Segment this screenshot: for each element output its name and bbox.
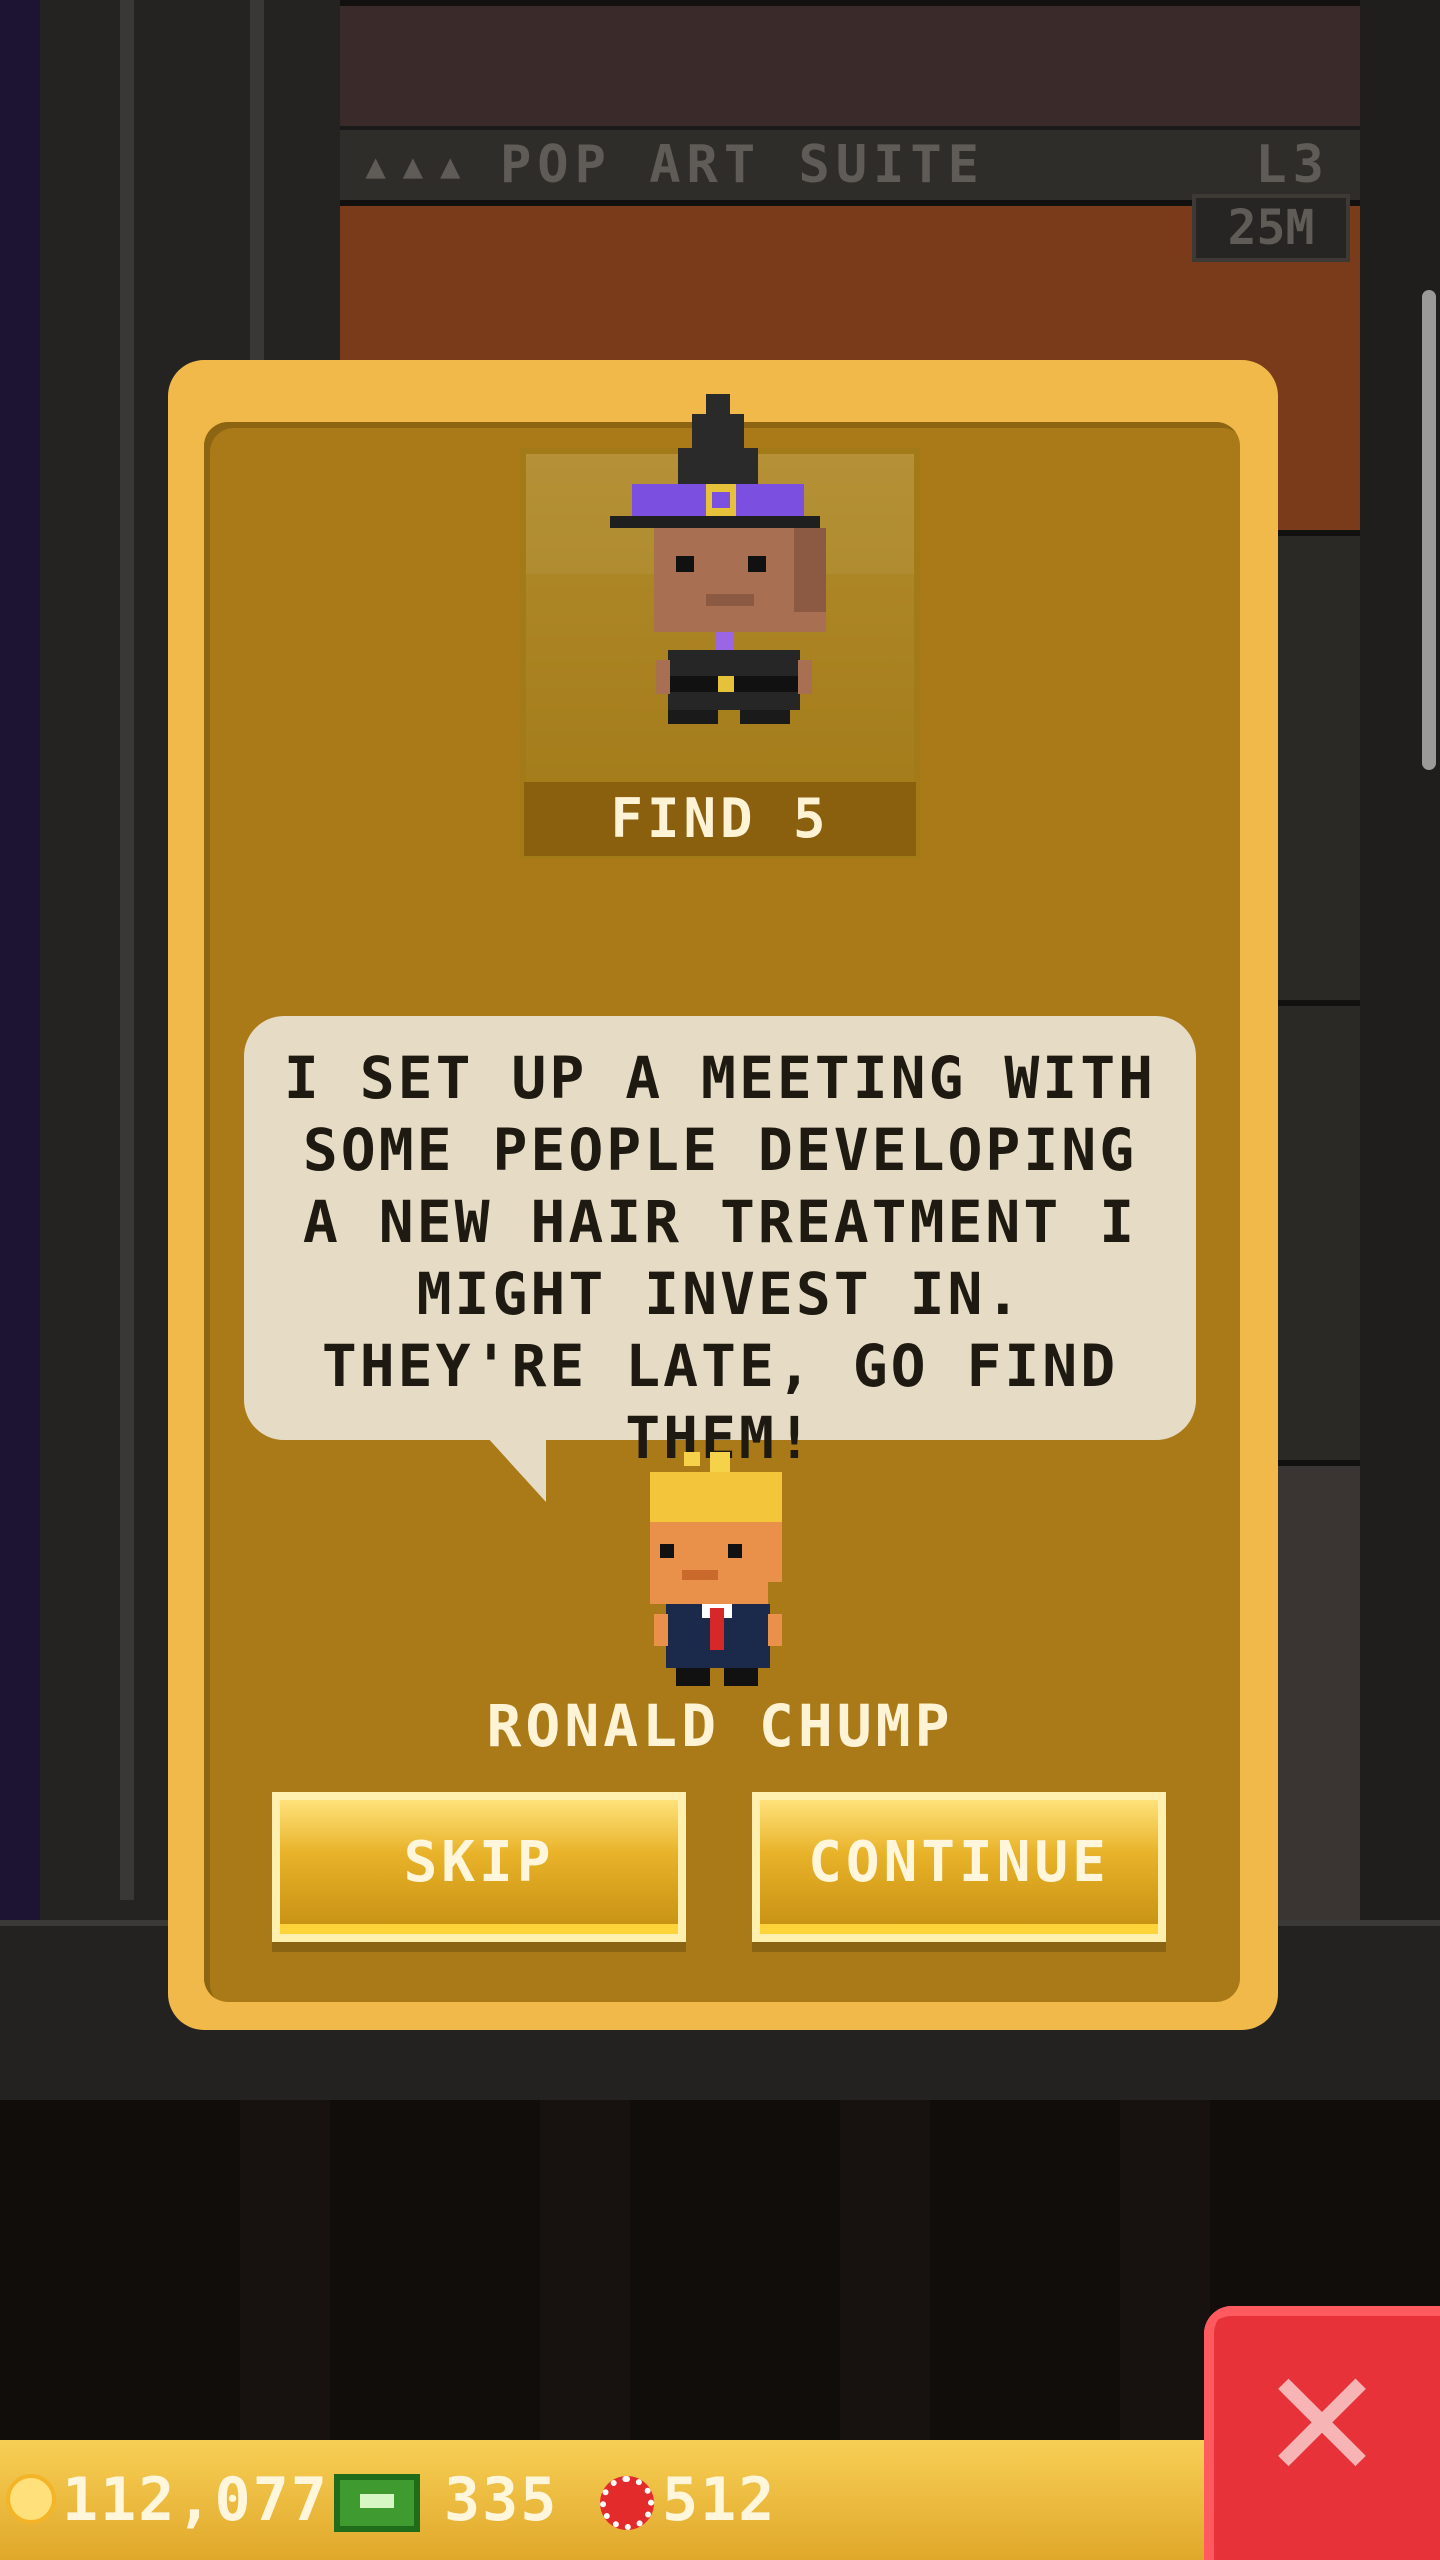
- bux-count: 335: [444, 2465, 559, 2535]
- witch-bitizen-icon: [610, 394, 826, 724]
- floor-name: POP ART SUITE: [500, 135, 985, 195]
- skip-button[interactable]: SKIP: [272, 1792, 686, 1942]
- elevator-shaft: [1360, 0, 1440, 1920]
- token-icon: [600, 2476, 654, 2530]
- token-count: 512: [662, 2465, 777, 2535]
- floor-above[interactable]: [340, 0, 1360, 126]
- basement-pillar: [1120, 2100, 1210, 2440]
- continue-button[interactable]: CONTINUE: [752, 1792, 1166, 1942]
- coin-count: 112,077: [62, 2465, 329, 2535]
- floor-price-tag: 25M: [1192, 194, 1350, 262]
- close-button[interactable]: ✕: [1204, 2306, 1440, 2560]
- mission-objective-label: FIND 5: [524, 782, 916, 856]
- column-rail: [120, 0, 134, 1900]
- basement-pillar: [240, 2100, 330, 2440]
- ronald-chump-avatar-icon: [650, 1452, 782, 1686]
- speech-text: I SET UP A MEETING WITH SOME PEOPLE DEVE…: [283, 1044, 1157, 1472]
- coin-icon: [6, 2474, 56, 2524]
- scrollbar-thumb[interactable]: [1422, 290, 1436, 770]
- floor-residents-icon: ▴▴▴: [360, 135, 472, 195]
- floor-level: L3: [1255, 135, 1330, 195]
- bux-icon: [334, 2474, 420, 2532]
- close-icon: ✕: [1259, 2339, 1385, 2513]
- speaker-name: RONALD CHUMP: [486, 1692, 954, 1760]
- speech-bubble-tail: [486, 1436, 546, 1502]
- basement-pillar: [840, 2100, 930, 2440]
- floor-sign: ▴▴▴ POP ART SUITE L3: [340, 130, 1360, 200]
- tower-left-wall: [0, 0, 40, 1920]
- basement-pillar: [540, 2100, 630, 2440]
